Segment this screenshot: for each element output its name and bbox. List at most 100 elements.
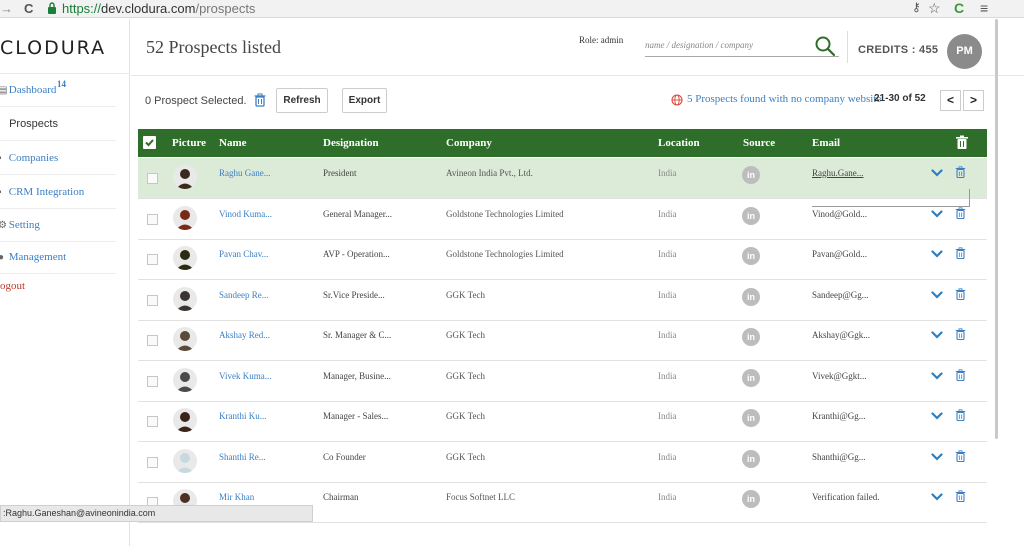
prospect-name-link[interactable]: Vivek Kuma... (219, 371, 271, 381)
table-row[interactable]: Kranthi Ku... Manager - Sales... GGK Tech I… (138, 401, 987, 442)
prospect-name-link[interactable]: Sandeep Re... (219, 290, 269, 300)
chevron-down-icon[interactable] (931, 411, 943, 421)
email-cell[interactable]: Vinod@Gold... (812, 209, 867, 219)
next-page-button[interactable]: > (963, 90, 984, 111)
linkedin-icon[interactable]: in (742, 328, 760, 346)
selection-count: 0 Prospect Selected. (145, 95, 247, 107)
sidebar-item-label: CRM Integration (8, 186, 85, 198)
row-checkbox[interactable] (147, 335, 158, 346)
url-text[interactable]: https://dev.clodura.com/prospects (62, 1, 255, 16)
star-icon[interactable]: ☆ (928, 0, 941, 17)
prospect-name-link[interactable]: Vinod Kuma... (219, 209, 272, 219)
sidebar-item-dashboard[interactable]: ▤ Dashboard 14 (0, 74, 116, 107)
notification-badge: 14 (57, 79, 66, 89)
prospect-name-link[interactable]: Kranthi Ku... (219, 411, 267, 421)
trash-icon[interactable] (955, 328, 966, 340)
email-cell[interactable]: Sandeep@Gg... (812, 290, 869, 300)
sidebar-item-companies[interactable]: ▪ Companies (0, 142, 116, 175)
sidebar-item-label: Prospects (9, 118, 58, 130)
linkedin-icon[interactable]: in (742, 166, 760, 184)
email-cell[interactable]: Raghu.Gane... (812, 168, 864, 178)
trash-icon[interactable] (955, 135, 969, 150)
row-checkbox[interactable] (147, 213, 158, 225)
table-row[interactable]: Akshay Red... Sr. Manager & C... GGK Tech I… (138, 320, 987, 361)
no-company-website-link[interactable]: 5 Prospects found with no company websit… (687, 93, 881, 105)
location-cell: India (658, 249, 677, 259)
forward-icon[interactable]: → (0, 1, 13, 16)
col-source[interactable]: Source (743, 137, 775, 149)
chevron-down-icon[interactable] (931, 330, 943, 340)
table-row[interactable]: Sandeep Re... Sr.Vice Preside... GGK Tech I… (138, 280, 987, 321)
prev-page-button[interactable]: < (940, 90, 961, 111)
row-checkbox[interactable] (147, 456, 158, 468)
email-cell[interactable]: Verification failed. (812, 492, 879, 502)
prospect-name-link[interactable]: Shanthi Re... (219, 452, 266, 462)
table-row[interactable]: Pavan Chav... AVP - Operation... Goldstone… (138, 239, 987, 280)
location-cell: India (658, 451, 677, 462)
email-cell[interactable]: Vivek@Ggkt... (812, 371, 867, 381)
email-cell[interactable]: Kranthi@Gg... (812, 411, 866, 421)
row-checkbox[interactable] (147, 294, 158, 306)
col-name[interactable]: Name (219, 137, 247, 149)
chevron-down-icon[interactable] (931, 168, 943, 178)
linkedin-icon[interactable]: in (742, 368, 760, 387)
sidebar-item-setting[interactable]: ⚙ Setting (0, 209, 116, 242)
reload-icon[interactable]: C (24, 1, 33, 16)
trash-icon[interactable] (955, 409, 966, 421)
trash-icon[interactable] (955, 166, 966, 178)
col-email[interactable]: Email (812, 137, 840, 149)
trash-icon[interactable] (955, 368, 966, 381)
table-row[interactable]: Vivek Kuma... Manager, Busine... GGK Tech I… (138, 361, 987, 402)
linkedin-icon[interactable]: in (742, 490, 760, 508)
row-checkbox[interactable] (147, 375, 158, 387)
email-cell[interactable]: Pavan@Gold... (812, 249, 867, 259)
chevron-down-icon[interactable] (931, 492, 943, 502)
email-cell[interactable]: Akshay@Ggk... (812, 330, 870, 340)
chevron-down-icon[interactable] (931, 290, 943, 300)
trash-icon[interactable] (955, 206, 966, 219)
linkedin-icon[interactable]: in (742, 449, 760, 468)
trash-icon[interactable] (955, 247, 966, 259)
page-scrollbar[interactable] (995, 19, 998, 439)
prospect-name-link[interactable]: Pavan Chav... (219, 249, 268, 259)
col-designation[interactable]: Designation (323, 137, 379, 149)
table-row[interactable]: Shanthi Re... Co Founder GGK Tech India in Sh… (138, 442, 987, 483)
linkedin-icon[interactable]: in (742, 206, 760, 225)
linkedin-icon[interactable]: in (742, 409, 760, 427)
chevron-down-icon[interactable] (931, 209, 943, 219)
row-checkbox[interactable] (147, 254, 158, 265)
check-icon (145, 139, 154, 147)
row-checkbox[interactable] (147, 173, 158, 184)
trash-icon[interactable] (955, 449, 966, 462)
extension-icon[interactable]: C (954, 0, 964, 16)
row-checkbox[interactable] (147, 416, 158, 427)
chevron-down-icon[interactable] (931, 452, 943, 462)
trash-icon[interactable] (955, 490, 966, 502)
prospect-name-link[interactable]: Akshay Red... (219, 330, 270, 340)
refresh-button[interactable]: Refresh (276, 88, 328, 113)
trash-icon[interactable] (955, 287, 966, 300)
col-company[interactable]: Company (446, 137, 492, 149)
col-location[interactable]: Location (658, 137, 700, 149)
search-icon[interactable] (814, 35, 836, 57)
clodura-logo[interactable]: CLODURA (0, 37, 106, 59)
trash-icon[interactable] (253, 93, 267, 107)
select-all-checkbox[interactable] (143, 136, 156, 149)
chevron-down-icon[interactable] (931, 371, 943, 381)
email-cell[interactable]: Shanthi@Gg... (812, 452, 866, 462)
prospect-name-link[interactable]: Raghu Gane... (219, 168, 271, 178)
chevron-down-icon[interactable] (931, 249, 943, 259)
linkedin-icon[interactable]: in (742, 287, 760, 306)
sidebar: CLODURA ▤ Dashboard 14 Prospects ▪ Compa… (0, 19, 130, 546)
key-icon[interactable]: ⚷ (912, 0, 921, 14)
prospect-name-link[interactable]: Mir Khan (219, 492, 254, 502)
sidebar-item-logout[interactable]: ogout (0, 270, 116, 303)
menu-icon[interactable]: ≡ (980, 0, 988, 16)
location-cell: India (658, 492, 677, 502)
export-button[interactable]: Export (342, 88, 387, 113)
avatar[interactable]: PM (947, 34, 982, 69)
linkedin-icon[interactable]: in (742, 247, 760, 265)
sidebar-item-prospects[interactable]: Prospects (0, 108, 116, 141)
search-input[interactable] (645, 33, 839, 57)
sidebar-item-crm-integration[interactable]: ▪ CRM Integration (0, 176, 116, 209)
